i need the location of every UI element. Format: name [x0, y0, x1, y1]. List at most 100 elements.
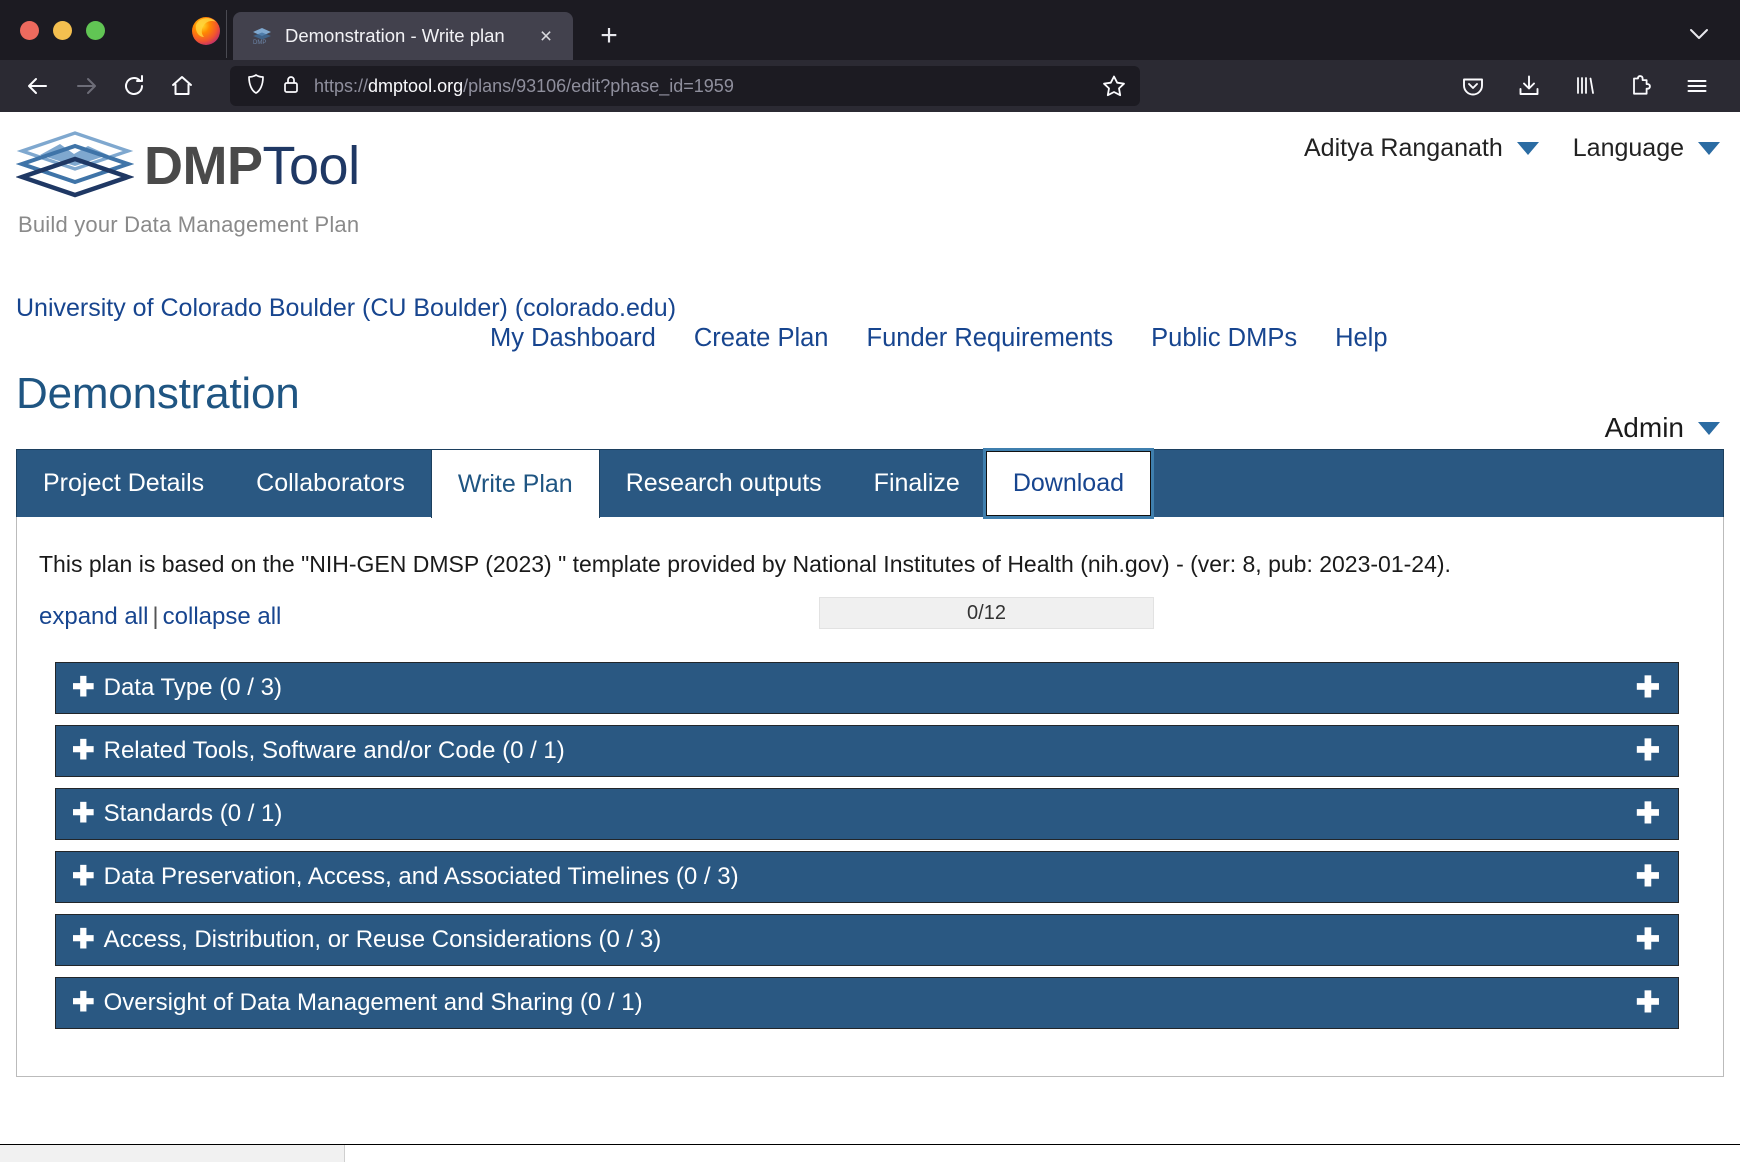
tab-project-details[interactable]: Project Details [17, 450, 230, 517]
firefox-logo-icon [189, 13, 223, 47]
plus-icon: ✚ [72, 671, 95, 702]
section-access-distribution-reuse[interactable]: ✚ Access, Distribution, or Reuse Conside… [55, 914, 1679, 966]
url-text[interactable]: https://dmptool.org/plans/93106/edit?pha… [314, 76, 1084, 97]
brand-tool-text: Tool [262, 136, 361, 196]
section-oversight-data-management-sharing[interactable]: ✚ Oversight of Data Management and Shari… [55, 977, 1679, 1029]
pocket-icon[interactable] [1450, 66, 1496, 106]
plus-icon: ✚ [72, 860, 95, 891]
organization-link[interactable]: University of Colorado Boulder (CU Bould… [16, 294, 1740, 323]
reload-icon[interactable] [112, 66, 156, 106]
page-title: Demonstration [16, 369, 300, 418]
site-brand[interactable]: DMPTool Build your Data Management Plan [0, 130, 470, 238]
admin-menu[interactable]: Admin [1605, 412, 1720, 444]
svg-text:DMP: DMP [253, 40, 266, 46]
minimize-window-button[interactable] [53, 20, 72, 40]
plus-icon: ✚ [72, 734, 95, 765]
header-account-area: Aditya Ranganath Language [1304, 134, 1720, 163]
close-window-button[interactable] [20, 20, 39, 40]
new-tab-button[interactable]: + [589, 16, 629, 56]
plan-progress-label: 0/12 [967, 601, 1006, 624]
shield-icon[interactable] [244, 72, 268, 101]
window-controls[interactable] [0, 0, 127, 60]
plus-icon: ✚ [72, 797, 95, 828]
section-related-tools-software-code[interactable]: ✚ Related Tools, Software and/or Code (0… [55, 725, 1679, 777]
nav-item-funder-requirements[interactable]: Funder Requirements [867, 324, 1114, 353]
user-menu[interactable]: Aditya Ranganath [1304, 134, 1539, 163]
section-label: Standards (0 / 1) [103, 800, 283, 827]
browser-tab[interactable]: DMP Demonstration - Write plan × [233, 12, 573, 60]
dmptool-logo-icon [15, 130, 135, 202]
list-all-tabs-button[interactable] [1686, 21, 1712, 52]
brand-wordmark: DMPTool [144, 139, 360, 193]
dmptool-favicon-icon: DMP [251, 25, 273, 47]
section-data-preservation-access-timelines[interactable]: ✚ Data Preservation, Access, and Associa… [55, 851, 1679, 903]
tab-finalize[interactable]: Finalize [848, 450, 986, 517]
site-header: DMPTool Build your Data Management Plan … [0, 112, 1740, 238]
expand-section-plus-icon[interactable]: ✚ [1636, 736, 1660, 766]
section-label: Data Type (0 / 3) [103, 674, 282, 701]
user-menu-label: Aditya Ranganath [1304, 134, 1503, 162]
plan-template-description: This plan is based on the "NIH-GEN DMSP … [39, 551, 1451, 577]
plan-progress-bar: 0/12 [819, 597, 1154, 629]
expand-section-plus-icon[interactable]: ✚ [1636, 862, 1660, 892]
chevron-down-icon [1698, 421, 1720, 435]
horizontal-scrollbar[interactable] [0, 1144, 1740, 1162]
plan-tabs-container: Project Details Collaborators Write Plan… [16, 448, 1724, 1077]
home-icon[interactable] [160, 66, 204, 106]
section-label: Data Preservation, Access, and Associate… [103, 863, 739, 890]
brand-dmp-text: DMP [144, 136, 263, 196]
plan-tab-bar: Project Details Collaborators Write Plan… [16, 448, 1724, 519]
expand-section-plus-icon[interactable]: ✚ [1636, 799, 1660, 829]
chevron-down-icon [1698, 142, 1720, 155]
collapse-all-link[interactable]: collapse all [163, 603, 282, 630]
horizontal-scrollbar-thumb[interactable] [0, 1145, 345, 1162]
section-label: Related Tools, Software and/or Code (0 /… [103, 737, 565, 764]
browser-chrome: DMP Demonstration - Write plan × + https… [0, 0, 1740, 112]
back-arrow-icon[interactable] [16, 66, 60, 106]
nav-item-public-dmps[interactable]: Public DMPs [1151, 324, 1297, 353]
write-plan-panel: This plan is based on the "NIH-GEN DMSP … [16, 517, 1724, 1077]
section-data-type[interactable]: ✚ Data Type (0 / 3) ✚ [55, 662, 1679, 714]
plus-icon: ✚ [72, 986, 95, 1017]
plan-sections-list: ✚ Data Type (0 / 3) ✚ ✚ Related Tools, S… [35, 662, 1699, 1029]
plus-icon: ✚ [72, 923, 95, 954]
tab-download[interactable]: Download [982, 448, 1155, 519]
address-bar[interactable]: https://dmptool.org/plans/93106/edit?pha… [230, 66, 1140, 106]
forward-arrow-icon[interactable] [64, 66, 108, 106]
library-icon[interactable] [1562, 66, 1608, 106]
page-content: DMPTool Build your Data Management Plan … [0, 112, 1740, 1162]
tab-strip: DMP Demonstration - Write plan × + [0, 0, 1740, 60]
browser-tab-title: Demonstration - Write plan [285, 25, 505, 46]
expand-all-link[interactable]: expand all [39, 603, 148, 630]
language-menu[interactable]: Language [1573, 134, 1720, 163]
toolbar-right-icons [1450, 66, 1724, 106]
download-icon[interactable] [1506, 66, 1552, 106]
expand-section-plus-icon[interactable]: ✚ [1636, 988, 1660, 1018]
browser-toolbar: https://dmptool.org/plans/93106/edit?pha… [0, 60, 1740, 112]
section-standards[interactable]: ✚ Standards (0 / 1) ✚ [55, 788, 1679, 840]
tab-write-plan[interactable]: Write Plan [430, 450, 600, 518]
nav-item-my-dashboard[interactable]: My Dashboard [490, 324, 656, 353]
tab-research-outputs[interactable]: Research outputs [600, 450, 848, 517]
hamburger-menu-icon[interactable] [1674, 66, 1720, 106]
nav-item-help[interactable]: Help [1335, 324, 1387, 353]
admin-menu-label: Admin [1604, 412, 1684, 443]
language-menu-label: Language [1572, 134, 1684, 162]
nav-item-create-plan[interactable]: Create Plan [694, 324, 829, 353]
expand-section-plus-icon[interactable]: ✚ [1636, 673, 1660, 703]
plan-toolbar: expand all | collapse all 0/12 [39, 597, 1699, 634]
puzzle-piece-icon[interactable] [1618, 66, 1664, 106]
close-tab-button[interactable]: × [533, 23, 559, 49]
maximize-window-button[interactable] [86, 20, 105, 40]
main-navigation: My Dashboard Create Plan Funder Requirem… [490, 324, 1388, 353]
expand-section-plus-icon[interactable]: ✚ [1636, 925, 1660, 955]
link-separator: | [152, 603, 159, 630]
section-label: Oversight of Data Management and Sharing… [103, 989, 643, 1016]
expand-collapse-links: expand all | collapse all [39, 603, 281, 631]
chevron-down-icon [1516, 142, 1539, 155]
star-icon[interactable] [1096, 69, 1132, 103]
tabstrip-divider [226, 10, 227, 58]
section-label: Access, Distribution, or Reuse Considera… [103, 926, 662, 953]
tab-collaborators[interactable]: Collaborators [230, 450, 431, 517]
padlock-icon[interactable] [280, 73, 302, 100]
